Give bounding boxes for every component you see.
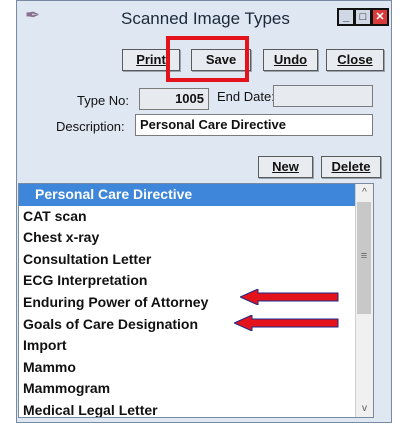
new-button[interactable]: New — [258, 156, 313, 178]
list-item[interactable]: CAT scan — [19, 206, 373, 228]
scroll-up-icon[interactable]: ^ — [356, 184, 373, 201]
red-arrow-icon — [240, 289, 339, 305]
end-date-label: End Date: — [217, 89, 275, 104]
vertical-scrollbar[interactable]: ^ ≡ v — [355, 184, 373, 417]
scroll-down-icon[interactable]: v — [356, 400, 373, 417]
close-window-button[interactable]: ✕ — [371, 8, 389, 26]
red-arrow-icon — [234, 315, 339, 331]
description-field[interactable]: Personal Care Directive — [135, 114, 373, 136]
list-item[interactable]: Chest x-ray — [19, 227, 373, 249]
list-item[interactable]: Mammo — [19, 357, 373, 379]
list-item[interactable]: Import — [19, 335, 373, 357]
minimize-button[interactable]: _ — [337, 8, 355, 26]
maximize-button[interactable]: □ — [354, 8, 372, 26]
save-highlight-box — [166, 36, 249, 82]
list-item-selected[interactable]: Personal Care Directive — [19, 184, 373, 206]
list-item[interactable]: Medical Legal Letter — [19, 400, 373, 417]
scroll-grip-icon: ≡ — [360, 250, 368, 262]
title-bar[interactable]: ✒ Scanned Image Types _ □ ✕ — [17, 1, 391, 41]
window-title: Scanned Image Types — [121, 9, 290, 28]
end-date-field[interactable] — [273, 85, 373, 107]
delete-button[interactable]: Delete — [321, 156, 381, 178]
description-label: Description: — [56, 119, 125, 134]
quill-icon: ✒ — [25, 5, 41, 25]
type-no-field[interactable]: 1005 — [139, 88, 209, 110]
list-item[interactable]: Mammogram — [19, 378, 373, 400]
undo-button[interactable]: Undo — [263, 49, 318, 71]
type-no-label: Type No: — [77, 93, 130, 108]
close-button[interactable]: Close — [326, 49, 384, 71]
list-item[interactable]: Consultation Letter — [19, 249, 373, 271]
